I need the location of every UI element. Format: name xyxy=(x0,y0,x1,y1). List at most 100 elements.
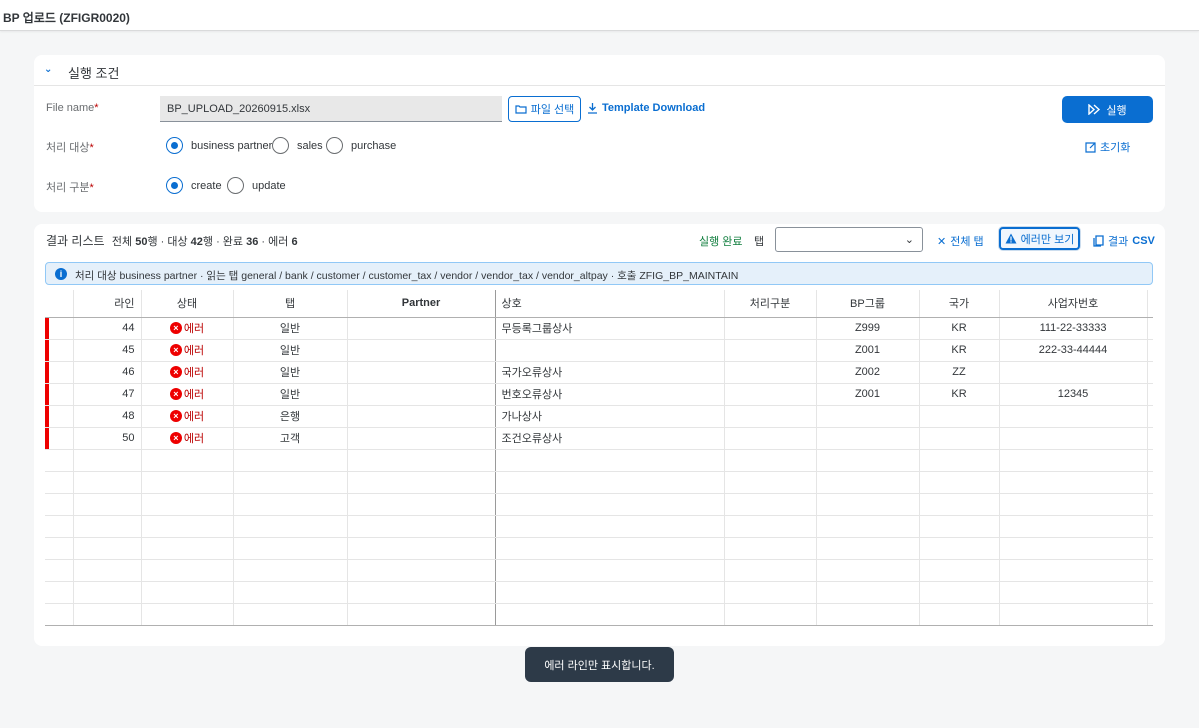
cell-bp-group xyxy=(816,537,920,560)
error-icon: × xyxy=(169,344,182,356)
cell-bp-group: Z001 xyxy=(816,339,920,362)
cell-line: 44 xyxy=(73,317,142,340)
radio-circle[interactable] xyxy=(272,137,289,154)
cell-status: × 에러 xyxy=(141,317,234,340)
error-only-button[interactable]: 에러만 보기 xyxy=(999,227,1080,250)
table-row[interactable] xyxy=(45,493,1153,516)
cell-line xyxy=(73,493,142,516)
cell-spacer xyxy=(1147,317,1153,340)
cell-bizno: 222-33-44444 xyxy=(999,339,1148,362)
col-mode[interactable]: 처리구분 xyxy=(724,290,817,318)
radio-purchase[interactable]: purchase xyxy=(326,137,396,154)
table-row[interactable] xyxy=(45,581,1153,604)
table-row[interactable] xyxy=(45,537,1153,560)
cell-country xyxy=(919,449,1000,472)
file-name-field[interactable]: BP_UPLOAD_20260915.xlsx xyxy=(160,96,502,122)
cell-country xyxy=(919,427,1000,450)
cell-line xyxy=(73,471,142,494)
cell-bizno: 111-22-33333 xyxy=(999,317,1148,340)
cell-tab: 은행 xyxy=(233,405,348,428)
tab-filter-select[interactable]: ⌄ xyxy=(775,227,923,252)
radio-sales[interactable]: sales xyxy=(272,137,323,154)
table-row[interactable]: 46 × 에러 일반 국가오류상사 Z002 ZZ xyxy=(45,361,1153,384)
cell-name: 가나상사 xyxy=(495,405,725,428)
table-row[interactable] xyxy=(45,559,1153,582)
row-error-indicator xyxy=(45,449,74,472)
run-complete-status: 실행 완료 xyxy=(699,236,743,248)
mode-label: 처리 구분* xyxy=(46,182,94,194)
cell-country: KR xyxy=(919,383,1000,406)
template-download-link[interactable]: Template Download xyxy=(587,102,705,114)
radio-circle[interactable] xyxy=(227,177,244,194)
cell-status xyxy=(141,603,234,626)
file-select-button[interactable]: 파일 선택 xyxy=(508,96,581,122)
col-tab[interactable]: 탭 xyxy=(233,290,348,318)
table-row[interactable] xyxy=(45,471,1153,494)
result-csv-button[interactable]: 결과 CSV xyxy=(1093,233,1155,249)
cell-mode xyxy=(724,339,817,362)
chevron-down-icon[interactable]: ⌄ xyxy=(44,64,52,75)
cell-country xyxy=(919,581,1000,604)
status-label: 에러 xyxy=(183,367,205,379)
table-row[interactable]: 50 × 에러 고객 조건오류상사 xyxy=(45,427,1153,450)
cell-country xyxy=(919,405,1000,428)
run-button[interactable]: 실행 xyxy=(1062,96,1153,123)
radio-circle[interactable] xyxy=(326,137,343,154)
conditions-panel-header[interactable]: ⌄ 실행 조건 xyxy=(34,55,1165,86)
table-row[interactable]: 45 × 에러 일반 Z001 KR 222-33-44444 xyxy=(45,339,1153,362)
cell-partner xyxy=(347,471,496,494)
cell-spacer xyxy=(1147,449,1153,472)
table-row[interactable] xyxy=(45,603,1153,626)
cell-bizno xyxy=(999,471,1148,494)
col-bizno[interactable]: 사업자번호 xyxy=(999,290,1148,318)
row-error-indicator xyxy=(45,471,74,494)
error-status-badge: × 에러 xyxy=(169,408,205,424)
table-row[interactable]: 47 × 에러 일반 번호오류상사 Z001 KR 12345 xyxy=(45,383,1153,406)
row-error-indicator xyxy=(45,339,74,362)
table-row[interactable] xyxy=(45,449,1153,472)
table-row[interactable] xyxy=(45,515,1153,538)
error-status-badge: × 에러 xyxy=(169,342,204,358)
cell-mode xyxy=(724,493,817,516)
col-country[interactable]: 국가 xyxy=(919,290,1000,318)
cell-status xyxy=(141,581,234,604)
conditions-panel: ⌄ 실행 조건 File name* BP_UPLOAD_20260915.xl… xyxy=(34,55,1165,212)
cell-line xyxy=(73,603,142,626)
cell-spacer xyxy=(1147,603,1153,626)
table-row[interactable]: 44 × 에러 일반 무등록그룹상사 Z999 KR 111-22-33333 xyxy=(45,317,1153,340)
cell-spacer xyxy=(1147,471,1153,494)
col-bp-group[interactable]: BP그룹 xyxy=(816,290,920,318)
radio-circle[interactable] xyxy=(166,137,183,154)
cell-partner xyxy=(347,559,496,582)
row-error-indicator xyxy=(45,581,74,604)
cell-spacer xyxy=(1147,537,1153,560)
table-row[interactable]: 48 × 에러 은행 가나상사 xyxy=(45,405,1153,428)
cell-line: 45 xyxy=(73,339,142,362)
cell-partner xyxy=(347,449,496,472)
radio-business-partner[interactable]: business partner xyxy=(166,137,272,154)
radio-circle[interactable] xyxy=(166,177,183,194)
cell-country xyxy=(919,493,1000,516)
cell-line: 46 xyxy=(73,361,142,384)
col-status[interactable]: 상태 xyxy=(141,290,234,318)
radio-create[interactable]: create xyxy=(166,177,222,194)
status-label: 에러 xyxy=(183,411,205,423)
cell-spacer xyxy=(1147,383,1153,406)
cell-mode xyxy=(724,317,817,340)
cell-tab xyxy=(233,603,348,626)
reset-button[interactable]: 초기화 xyxy=(1085,139,1130,155)
col-name[interactable]: 상호 xyxy=(495,290,725,318)
cell-name xyxy=(495,449,725,472)
cell-line xyxy=(73,515,142,538)
col-line[interactable]: 라인 xyxy=(73,290,142,318)
cell-bizno xyxy=(999,493,1148,516)
cell-bizno: 12345 xyxy=(999,383,1148,406)
cell-name xyxy=(495,471,725,494)
results-table: 라인 상태 탭 Partner 상호 처리구분 BP그룹 국가 사업자번호 44… xyxy=(45,290,1153,626)
cell-mode xyxy=(724,515,817,538)
col-partner[interactable]: Partner xyxy=(347,290,496,318)
cell-status: × 에러 xyxy=(141,339,234,362)
all-tabs-button[interactable]: ✕ 전체 탭 xyxy=(937,233,984,249)
folder-icon xyxy=(515,105,527,114)
radio-update[interactable]: update xyxy=(227,177,286,194)
